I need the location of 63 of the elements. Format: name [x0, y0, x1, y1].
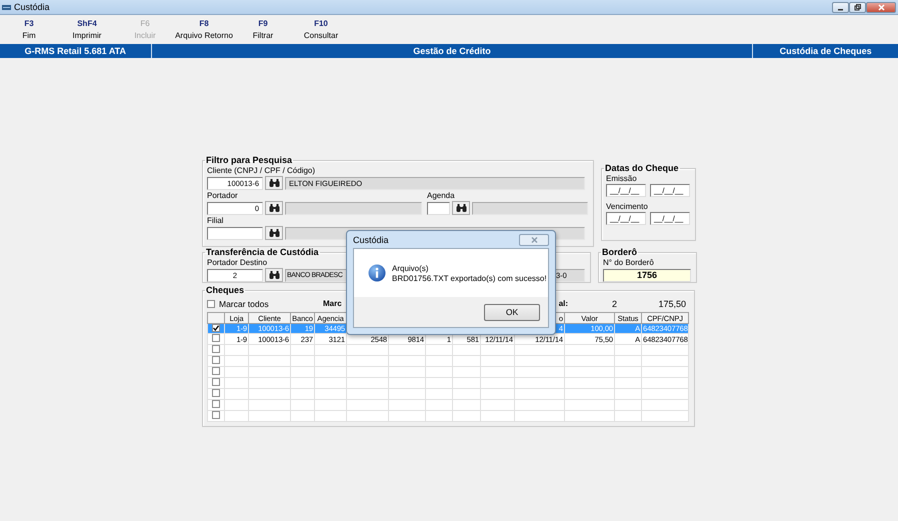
total-count: 2	[612, 298, 618, 308]
checkbox[interactable]	[212, 324, 220, 332]
message-text: BRD01756.TXT exportado(s) com sucesso!	[392, 274, 547, 282]
group-title: Cheques	[205, 285, 246, 295]
toolbar-button[interactable]: F8 Arquivo Retorno	[174, 15, 234, 44]
field-label: Emissão	[606, 173, 637, 184]
checkbox[interactable]	[207, 300, 215, 308]
field-label: N° do Borderô	[603, 257, 654, 268]
total-label: al:	[558, 299, 568, 308]
header-title: Custódia de Cheques	[778, 45, 873, 58]
input-field[interactable]	[207, 226, 263, 240]
input-field[interactable]	[427, 202, 450, 214]
close-icon	[878, 4, 884, 10]
lookup-button[interactable]	[265, 201, 283, 215]
checkbox[interactable]	[212, 400, 220, 408]
checkbox[interactable]	[212, 356, 220, 364]
toolbar-button[interactable]: F10 Consultar	[292, 15, 350, 44]
dialog-title: Custódia	[353, 234, 389, 244]
toolbar-button[interactable]: F3 Fim	[0, 15, 58, 44]
number-field[interactable]: 1756	[603, 268, 691, 282]
field-label: Vencimento	[606, 201, 648, 212]
close-button[interactable]	[866, 2, 896, 12]
field-label: Cliente (CNPJ / CPF / Código)	[207, 165, 316, 176]
ok-button[interactable]: OK	[484, 304, 540, 320]
checkbox-label[interactable]: Marcar todos	[219, 298, 269, 308]
total-value: 175,50	[658, 298, 686, 308]
binoculars-icon	[456, 204, 466, 212]
restore-icon	[854, 4, 861, 10]
group-title: Datas do Cheque	[604, 163, 680, 173]
checkbox[interactable]	[212, 368, 220, 375]
app-icon	[2, 4, 11, 10]
group-title: Transferência de Custódia	[205, 247, 320, 257]
lookup-button[interactable]	[452, 201, 470, 215]
close-button[interactable]	[519, 234, 549, 246]
minimize-button[interactable]	[832, 2, 849, 12]
lookup-button[interactable]	[265, 268, 283, 282]
lookup-button[interactable]	[265, 226, 283, 240]
checkbox[interactable]	[212, 378, 220, 386]
lookup-button[interactable]	[265, 176, 283, 190]
field-label: Filial	[207, 215, 224, 226]
window-title: Custódia	[14, 2, 50, 12]
field-label: Portador Destino	[207, 257, 268, 268]
checkbox[interactable]	[212, 334, 220, 342]
checkbox[interactable]	[212, 412, 220, 419]
binoculars-icon	[268, 271, 280, 279]
toolbar-button[interactable]: ShF4 Imprimir	[58, 15, 116, 44]
binoculars-icon	[268, 179, 280, 187]
header-title: G-RMS Retail 5.681 ATA	[0, 44, 152, 58]
checkbox[interactable]	[212, 346, 220, 353]
marked-label: Marc	[323, 299, 342, 308]
info-icon	[368, 264, 386, 282]
close-icon	[530, 236, 538, 242]
group-title: Borderô	[601, 247, 638, 257]
header-title: Gestão de Crédito	[152, 44, 754, 58]
message-text: Arquivo(s)	[392, 264, 430, 272]
checkbox[interactable]	[212, 390, 220, 397]
group-title: Filtro para Pesquisa	[205, 155, 294, 165]
toolbar-button[interactable]: F9 Filtrar	[234, 15, 292, 44]
binoculars-icon	[268, 204, 280, 212]
restore-button[interactable]	[849, 2, 866, 12]
field-label: Agenda	[427, 190, 455, 201]
field-label: Portador	[207, 190, 239, 201]
binoculars-icon	[268, 229, 280, 237]
